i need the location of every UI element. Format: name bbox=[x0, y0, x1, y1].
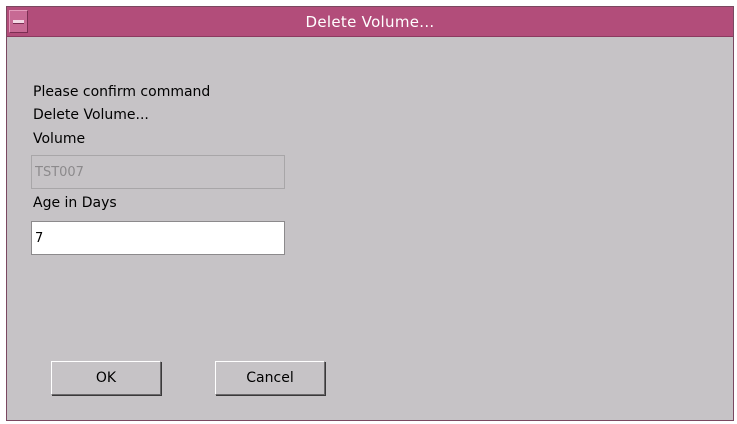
volume-label: Volume bbox=[33, 131, 86, 147]
age-in-days-label: Age in Days bbox=[33, 195, 117, 211]
dialog-title: Delete Volume... bbox=[305, 13, 435, 31]
title-bar[interactable]: Delete Volume... bbox=[7, 7, 733, 37]
ok-button[interactable]: OK bbox=[51, 361, 161, 395]
volume-field bbox=[31, 155, 285, 189]
command-name: Delete Volume... bbox=[33, 107, 149, 123]
confirm-prompt: Please confirm command bbox=[33, 84, 211, 100]
cancel-button[interactable]: Cancel bbox=[215, 361, 325, 395]
age-in-days-field[interactable] bbox=[31, 221, 285, 255]
delete-volume-dialog: Delete Volume... Please confirm command … bbox=[6, 6, 734, 421]
